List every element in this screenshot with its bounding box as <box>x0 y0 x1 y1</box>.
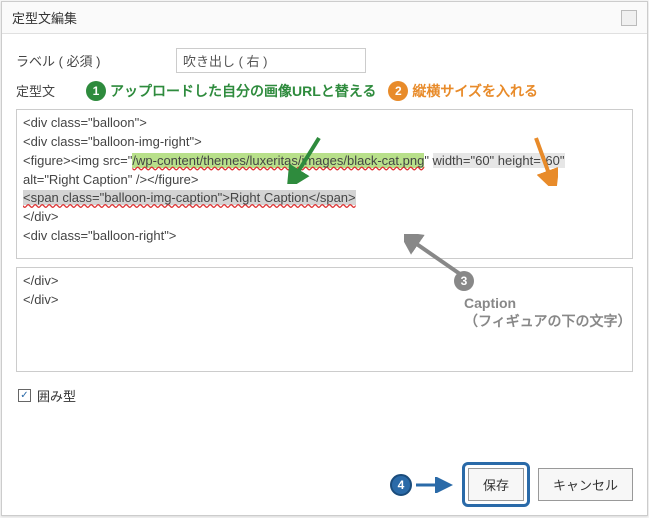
save-button-highlight: 保存 <box>462 462 530 507</box>
enclose-label: 囲み型 <box>37 386 76 405</box>
annotation-1: 1 アップロードした自分の画像URLと替える <box>86 81 376 101</box>
code-url-highlight: /wp-content/themes/luxeritas/images/blac… <box>132 153 424 168</box>
badge-1: 1 <box>86 81 106 101</box>
body-row: 定型文 1 アップロードした自分の画像URLと替える 2 縦横サイズを入れる <box>16 81 633 101</box>
code-l3a: <figure><img src=" <box>23 153 132 168</box>
enclose-checkbox[interactable]: ✓ <box>18 389 31 402</box>
arrow-blue-icon <box>414 477 454 493</box>
label-field-label: ラベル ( 必須 ) <box>16 51 176 70</box>
code-l4: alt="Right Caption" /></figure> <box>23 172 198 187</box>
caption-note-title: Caption <box>464 294 631 312</box>
template-top-textarea[interactable]: <div class="balloon"> <div class="balloo… <box>16 109 633 259</box>
code-b1: </div> <box>23 273 58 288</box>
code-caption-highlight: <span class="balloon-img-caption">Right … <box>23 190 356 205</box>
enclose-row: ✓ 囲み型 <box>16 386 633 405</box>
cancel-button[interactable]: キャンセル <box>538 468 633 501</box>
caption-note: Caption （フィギュアの下の文字） <box>464 294 631 330</box>
label-row: ラベル ( 必須 ) <box>16 48 633 73</box>
badge-2: 2 <box>388 81 408 101</box>
code-l1: <div class="balloon"> <box>23 115 147 130</box>
annotation-2: 2 縦横サイズを入れる <box>388 81 538 101</box>
dialog: 定型文編集 ラベル ( 必須 ) 定型文 1 アップロードした自分の画像URLと… <box>1 1 648 516</box>
badge-3: 3 <box>454 271 474 291</box>
annotation-1-text: アップロードした自分の画像URLと替える <box>110 81 376 101</box>
code-size-highlight: width="60" height="60" <box>433 153 565 168</box>
code-l2: <div class="balloon-img-right"> <box>23 134 202 149</box>
save-button[interactable]: 保存 <box>468 468 524 501</box>
label-input[interactable] <box>176 48 366 73</box>
dialog-content: ラベル ( 必須 ) 定型文 1 アップロードした自分の画像URLと替える 2 … <box>2 34 647 405</box>
caption-note-sub: （フィギュアの下の文字） <box>464 312 631 330</box>
titlebar: 定型文編集 <box>2 2 647 34</box>
code-l7: <div class="balloon-right"> <box>23 228 176 243</box>
dialog-footer: 4 保存 キャンセル <box>390 462 633 507</box>
dialog-title: 定型文編集 <box>12 8 77 27</box>
code-l5: <span class="balloon-img-caption">Right … <box>23 190 356 205</box>
close-icon[interactable] <box>621 10 637 26</box>
code-l6: </div> <box>23 209 58 224</box>
body-field-label: 定型文 <box>16 81 74 100</box>
code-b2: </div> <box>23 292 58 307</box>
badge-4: 4 <box>390 474 412 496</box>
annotation-2-text: 縦横サイズを入れる <box>412 81 538 101</box>
code-l3c: " <box>424 153 432 168</box>
